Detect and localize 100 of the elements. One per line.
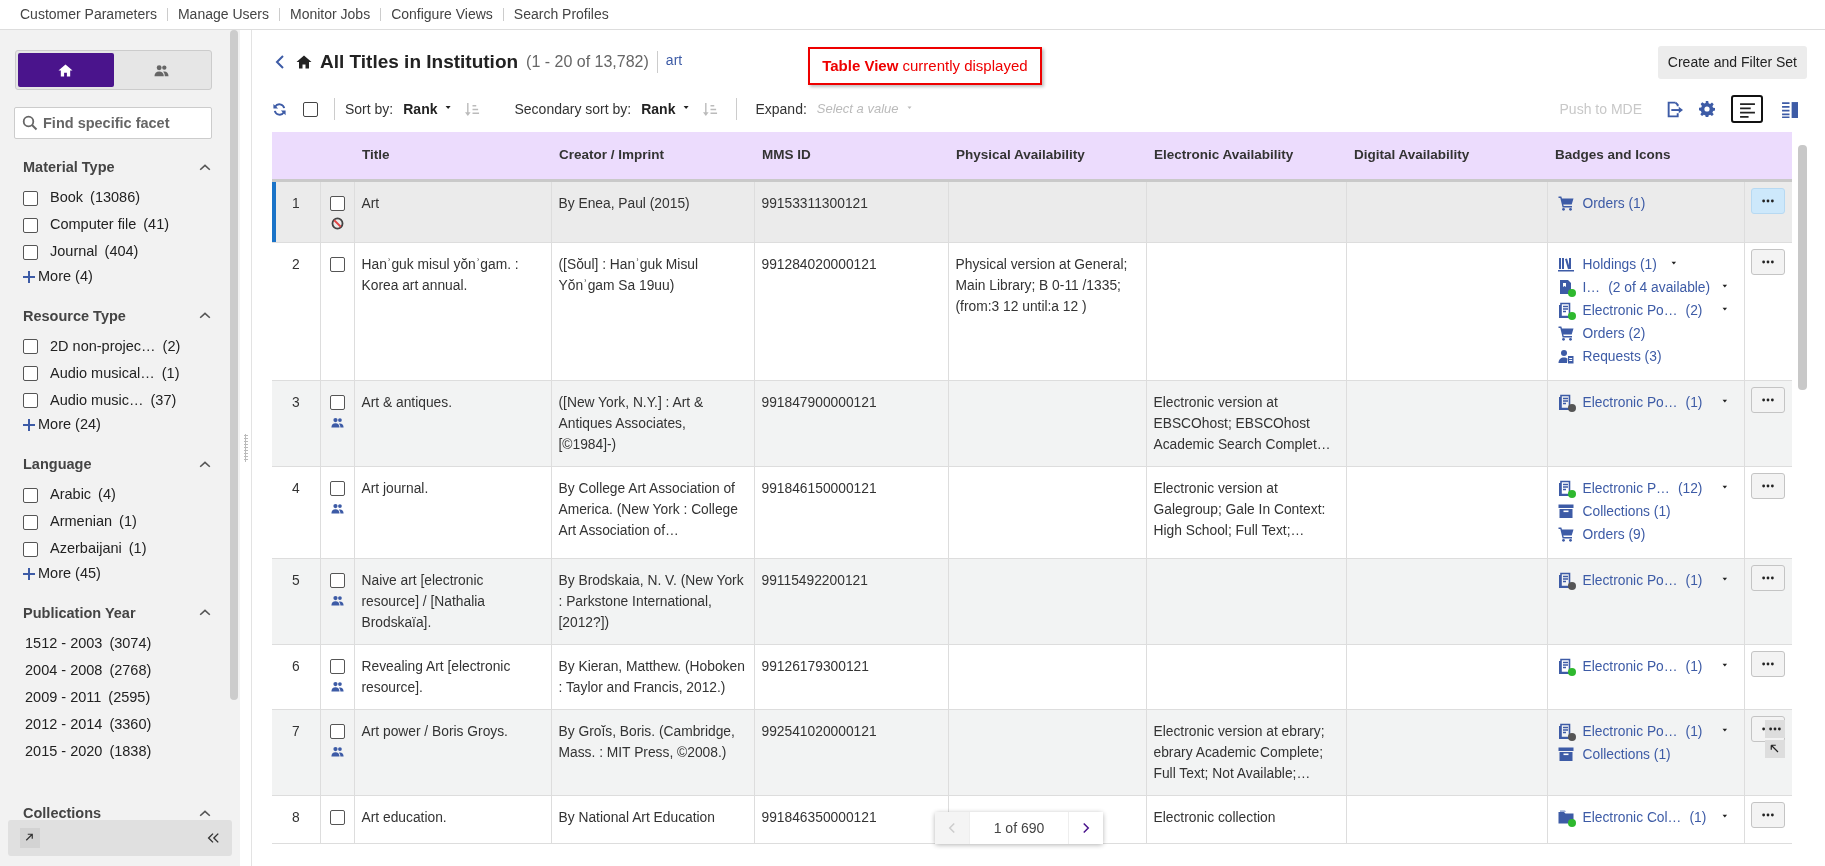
table-cell: By College Art Association of America. (New York : College Art Association of… [558,480,738,538]
scrollbar[interactable] [1798,145,1807,390]
more-button[interactable] [1750,248,1785,275]
column-header[interactable]: Electronic Availability [1146,132,1346,180]
more-button[interactable] [1750,801,1785,828]
expand-button[interactable] [20,828,40,848]
checkbox[interactable] [23,514,38,530]
facet-label[interactable]: 2012 - 2014 [25,713,103,736]
more-button[interactable] [1750,650,1785,677]
more-link[interactable]: More (4) [23,265,212,288]
row-checkbox[interactable] [329,658,345,674]
scrollbar[interactable] [230,30,238,700]
nav-link[interactable]: Manage Users [177,4,269,25]
facet-label[interactable]: 1512 - 2003 [25,632,103,655]
badge-link[interactable]: Electronic Po… [1582,569,1678,591]
facet-label[interactable]: Armenian [50,511,113,534]
table-cell: ([New York, N.Y.] : Art & Antiques Associates, [©1984]-) [558,394,704,452]
checkbox[interactable] [23,244,38,260]
checkbox[interactable] [23,487,38,503]
home-tab[interactable] [18,53,114,87]
row-checkbox[interactable] [329,394,345,410]
nav-link[interactable]: Customer Parameters [20,4,157,25]
checkbox[interactable] [23,190,38,206]
sort-label: Secondary sort by: [514,99,632,119]
sort-dropdown[interactable]: Rank [641,98,694,120]
row-checkbox[interactable] [329,572,345,588]
facet-label[interactable]: Audio music… [50,389,144,412]
facet-label[interactable]: Journal [50,241,98,264]
row-checkbox[interactable] [329,256,345,272]
facet-label[interactable]: Azerbaijani [50,538,122,561]
badge-link[interactable]: Collections (1) [1582,500,1671,522]
more-label[interactable]: More (24) [38,414,101,436]
badge-link[interactable]: Electronic Po… [1582,655,1678,677]
row-checkbox[interactable] [329,195,345,211]
badge-link[interactable]: Electronic Po… [1582,299,1678,321]
export-button[interactable] [1666,100,1683,118]
column-header[interactable]: Physical Availability [948,132,1146,180]
nav-link[interactable]: Search Profiles [513,4,609,25]
facet-label[interactable]: Computer file [50,214,137,237]
badge-link[interactable]: Electronic P… [1582,477,1670,499]
badge-link[interactable]: Holdings (1) [1582,253,1657,275]
checkbox[interactable] [23,393,38,409]
search-field[interactable]: Find specific facet [14,107,212,139]
more-label[interactable]: More (45) [38,562,101,585]
badge-count: (1) [1689,808,1707,827]
badge-link[interactable]: Electronic Po… [1582,391,1678,413]
facet-count: (13086) [90,188,141,208]
checkbox[interactable] [23,339,38,355]
checkbox[interactable] [23,541,38,557]
resize-handle[interactable] [243,434,248,462]
badge-link[interactable]: Orders (9) [1582,523,1646,545]
facet-label[interactable]: Book [50,187,84,210]
checkbox[interactable] [23,366,38,382]
sort-dropdown[interactable]: Rank [403,98,456,120]
facet-count: (1) [161,363,180,383]
facet-count: (4) [98,485,116,505]
badge-link[interactable]: Electronic Po… [1582,720,1678,742]
nav-link[interactable]: Monitor Jobs [290,4,371,25]
plus-icon [23,419,35,432]
more-link[interactable]: More (24) [23,414,212,436]
list-view-button[interactable] [1731,95,1763,123]
query-link[interactable]: art [665,49,683,71]
row-checkbox[interactable] [329,480,345,496]
refresh-button[interactable] [272,101,287,117]
column-header[interactable]: MMS ID [754,132,948,180]
column-header[interactable]: Badges and Icons [1547,132,1744,180]
checkbox[interactable] [23,217,38,233]
select-all-checkbox[interactable] [303,101,318,117]
badge-link[interactable]: Orders (2) [1582,322,1646,344]
more-icon [1760,482,1775,489]
more-icon [1760,258,1775,265]
badge-link[interactable]: Orders (1) [1582,192,1646,214]
row-checkbox[interactable] [329,809,345,825]
settings-button[interactable] [1699,101,1715,117]
facet-label[interactable]: Arabic [50,484,92,507]
column-header[interactable]: Creator / Imprint [551,132,754,180]
table-cell: Electronic version at EBSCOhost; EBSCOhost Academic Search Complet… [1153,394,1331,452]
column-header[interactable]: Digital Availability [1346,132,1547,180]
badge-link[interactable]: I… [1582,276,1601,298]
more-link[interactable]: More (45) [23,562,212,585]
facet-label[interactable]: 2D non-projec… [50,335,156,358]
facet-label[interactable]: Audio musical… [50,362,155,385]
more-button[interactable] [1750,472,1785,499]
more-label[interactable]: More (4) [38,265,93,288]
export-icon [1666,100,1683,118]
row-checkbox[interactable] [329,723,345,739]
expand-label: Expand: [755,99,807,119]
column-header[interactable]: Title [354,132,551,180]
badge-link[interactable]: Electronic Col… [1582,806,1682,828]
badge-link[interactable]: Collections (1) [1582,743,1671,765]
create-filter-set-button[interactable]: Create and Filter Set [1657,45,1807,79]
refresh-icon [272,101,287,117]
collapse-sidebar-button[interactable] [206,831,220,845]
badge-link[interactable]: Requests (3) [1582,345,1662,367]
nav-link[interactable]: Configure Views [391,4,493,25]
facet-label[interactable]: 2004 - 2008 [25,659,103,682]
facet-label[interactable]: 2015 - 2020 [25,740,103,763]
facet-label[interactable]: 2009 - 2011 [25,686,102,709]
table-cell: By Groĭs, Boris. (Cambridge, Mass. : MIT Press, ©2008.) [558,723,735,760]
people-icon [330,501,344,515]
